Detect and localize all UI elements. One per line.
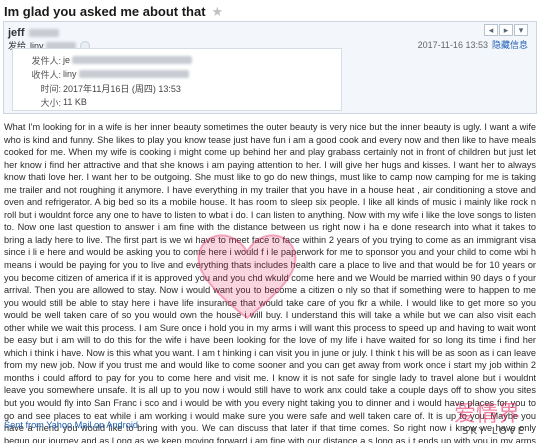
email-subject: Im glad you asked me about that bbox=[4, 3, 206, 19]
sender-row: 发件人: je bbox=[19, 53, 341, 67]
email-header: ◂ ▸ ▾ jeff 发给 liny 2017-11-16 13:53 隐藏信息… bbox=[3, 21, 537, 114]
size-label: 大小: bbox=[40, 97, 61, 108]
details-panel: 发件人: je 收件人: liny 时间: 2017年11月16日 (周四) 1… bbox=[12, 48, 342, 111]
email-body: What I'm looking for in a wife is her in… bbox=[4, 122, 536, 443]
redacted-recipient bbox=[78, 70, 189, 78]
header-meta: 2017-11-16 13:53 隐藏信息 bbox=[418, 38, 528, 51]
sender-label: 发件人: bbox=[31, 55, 61, 66]
subject-bar: Im glad you asked me about that ★ bbox=[0, 0, 540, 20]
sender-name[interactable]: jeff bbox=[8, 27, 25, 39]
time-row: 时间: 2017年11月16日 (周四) 13:53 bbox=[19, 81, 341, 95]
size-value: 11 KB bbox=[63, 97, 87, 107]
sender-value[interactable]: je bbox=[63, 55, 70, 65]
email-datetime: 2017-11-16 13:53 bbox=[417, 39, 488, 50]
recipient-row: 收件人: liny bbox=[19, 67, 341, 81]
time-label: 时间: bbox=[40, 83, 61, 94]
time-value: 2017年11月16日 (周四) 13:53 bbox=[63, 83, 181, 94]
star-icon[interactable]: ★ bbox=[212, 5, 224, 18]
recipient-value[interactable]: liny bbox=[63, 69, 77, 79]
hide-details-link[interactable]: 隐藏信息 bbox=[492, 38, 528, 51]
size-row: 大小: 11 KB bbox=[19, 95, 341, 109]
redacted-sender bbox=[72, 56, 193, 64]
recipient-label: 收件人: bbox=[31, 69, 61, 80]
email-signature[interactable]: Sent from Yahoo Mail on Android bbox=[4, 420, 138, 430]
redacted-name bbox=[28, 29, 59, 37]
